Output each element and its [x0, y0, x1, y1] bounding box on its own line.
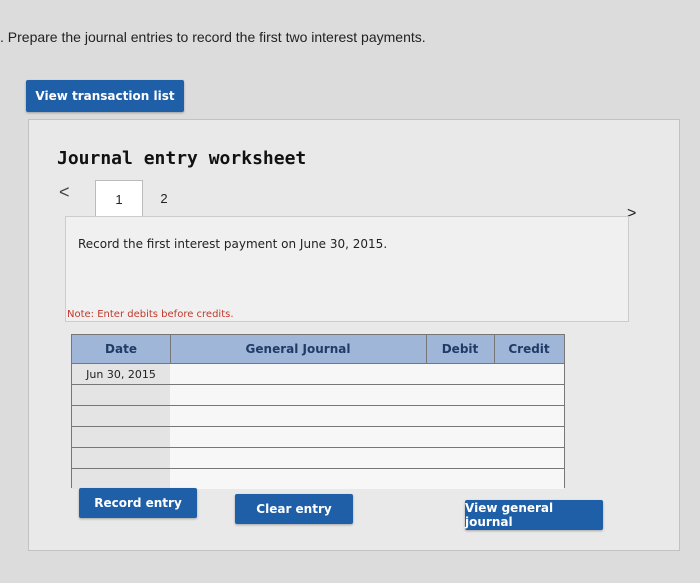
question-text: . Prepare the journal entries to record … — [0, 29, 426, 45]
note-text: Note: Enter debits before credits. — [67, 309, 234, 320]
view-transaction-list-button[interactable]: View transaction list — [26, 80, 184, 112]
date-cell — [72, 469, 171, 489]
tab-1[interactable]: 1 — [95, 180, 143, 217]
general-journal-input[interactable] — [170, 427, 427, 447]
clear-entry-button[interactable]: Clear entry — [235, 494, 353, 524]
table-row: Jun 30, 2015 — [72, 364, 564, 385]
view-general-journal-button[interactable]: View general journal — [465, 500, 603, 530]
journal-entry-worksheet: Journal entry worksheet < > 1 2 Record t… — [28, 119, 680, 551]
credit-input[interactable] — [494, 427, 564, 447]
journal-table: Date General Journal Debit Credit Jun 30… — [71, 334, 565, 489]
header-date: Date — [72, 335, 171, 363]
credit-input[interactable] — [494, 364, 564, 384]
table-row — [72, 427, 564, 448]
debit-input[interactable] — [426, 364, 495, 384]
table-row — [72, 406, 564, 427]
worksheet-title: Journal entry worksheet — [57, 148, 307, 169]
table-row — [72, 385, 564, 406]
credit-input[interactable] — [494, 448, 564, 468]
debit-input[interactable] — [426, 448, 495, 468]
header-credit: Credit — [508, 342, 550, 356]
tab-2[interactable]: 2 — [141, 180, 187, 216]
debit-input[interactable] — [426, 406, 495, 426]
date-cell — [72, 406, 171, 426]
header-debit: Debit — [426, 335, 495, 363]
date-cell — [72, 448, 171, 468]
general-journal-input[interactable] — [170, 364, 427, 384]
general-journal-input[interactable] — [170, 406, 427, 426]
debit-input[interactable] — [426, 385, 495, 405]
chevron-left-icon[interactable]: < — [59, 182, 70, 203]
credit-input[interactable] — [494, 469, 564, 489]
table-header: Date General Journal Debit Credit — [72, 335, 564, 364]
credit-input[interactable] — [494, 406, 564, 426]
date-cell: Jun 30, 2015 — [72, 364, 171, 384]
entry-description: Record the first interest payment on Jun… — [78, 237, 388, 251]
table-row — [72, 469, 564, 489]
debit-input[interactable] — [426, 469, 495, 489]
table-row — [72, 448, 564, 469]
date-cell — [72, 385, 171, 405]
general-journal-input[interactable] — [170, 385, 427, 405]
entry-description-box: Record the first interest payment on Jun… — [65, 216, 629, 322]
debit-input[interactable] — [426, 427, 495, 447]
credit-input[interactable] — [494, 385, 564, 405]
record-entry-button[interactable]: Record entry — [79, 488, 197, 518]
general-journal-input[interactable] — [170, 448, 427, 468]
date-cell — [72, 427, 171, 447]
general-journal-input[interactable] — [170, 469, 427, 489]
header-general-journal: General Journal — [170, 335, 427, 363]
